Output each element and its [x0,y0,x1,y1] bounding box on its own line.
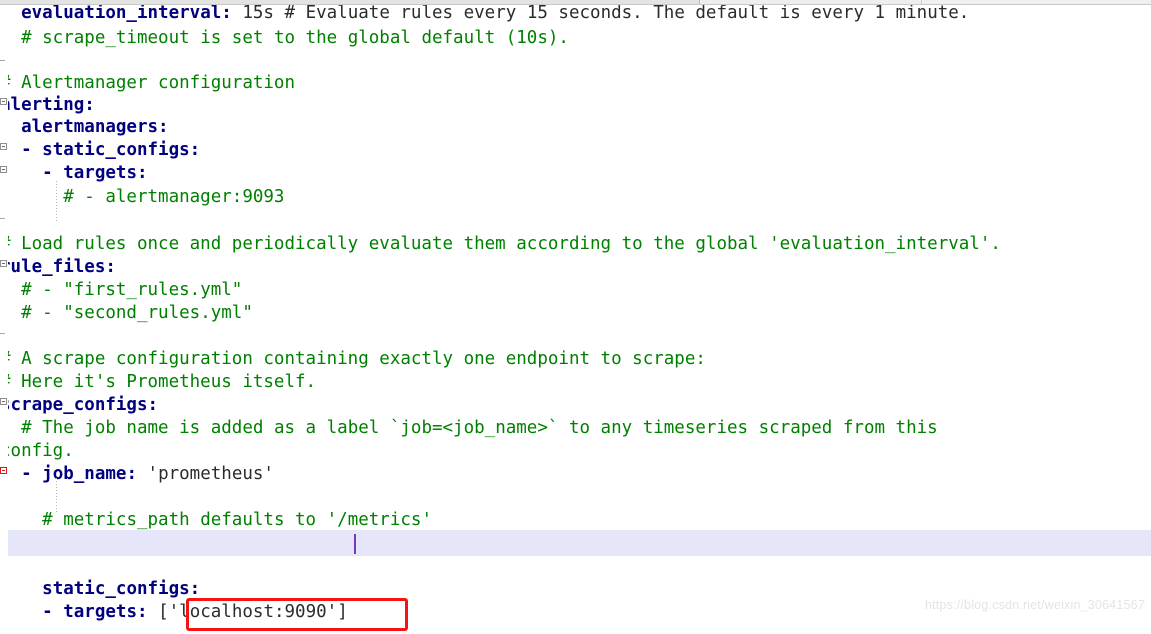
code-line[interactable]: # - "second_rules.yml" [0,300,253,326]
fold-toggle-icon[interactable] [0,398,7,405]
code-token: targets [63,163,137,183]
code-token: ['localhost:9090'] [147,602,348,622]
code-token: alerting [0,95,85,115]
code-token: # Alertmanager configuration [0,73,296,93]
code-token: # - "first_rules.yml" [21,280,243,300]
code-line[interactable]: # The job name is added as a label `job=… [0,415,938,441]
code-token: : [158,117,169,137]
code-line[interactable]: - job_name: 'prometheus' [0,461,274,487]
horizontal-scrollbar[interactable] [0,0,1151,5]
fold-toggle-icon[interactable] [0,260,7,267]
code-token: - [42,602,64,622]
current-line-highlight [0,530,1151,556]
scrollbar-thumb[interactable] [0,0,700,4]
code-token: : [84,95,95,115]
code-token: # Load rules once and periodically evalu… [0,234,1001,254]
code-token: 'prometheus' [137,464,274,484]
code-line[interactable]: # Load rules once and periodically evalu… [0,231,1001,257]
code-token: # - "second_rules.yml" [21,303,253,323]
code-token: job_name [42,464,127,484]
code-token: : [137,163,148,183]
code-token: static_configs [42,579,190,599]
code-line[interactable]: # scrape_timeout is set to the global de… [0,25,569,51]
code-token: scrape_configs [0,395,148,415]
code-line[interactable]: # - alertmanager:9093 [0,184,284,210]
code-token: rule_files [0,257,106,277]
code-line[interactable]: evaluation_interval: 15s # Evaluate rule… [0,5,969,26]
code-token: : [147,395,159,415]
fold-end-marker-icon [0,60,5,61]
code-token: config. [0,441,74,461]
code-token: # The job name is added as a label `job=… [21,418,938,438]
code-token: : [126,464,137,484]
fold-end-marker-icon [0,333,5,334]
code-token: : [189,140,201,160]
code-token: : [137,602,148,622]
indent-guide [56,181,57,221]
code-token: # - alertmanager:9093 [63,187,285,207]
code-token: # A scrape configuration containing exac… [0,349,706,369]
fold-toggle-icon[interactable] [0,143,7,150]
editor-gutter[interactable] [0,5,8,634]
code-token: : [189,579,201,599]
fold-toggle-icon[interactable] [0,166,7,173]
code-token: # metrics_path defaults to '/metrics' [42,510,432,530]
indent-guide [56,478,57,512]
fold-toggle-icon[interactable] [0,98,7,105]
code-token: - [21,464,43,484]
fold-toggle-icon[interactable] [0,467,7,474]
watermark-url: https://blog.csdn.net/weixin_30641567 [924,598,1145,612]
code-surface[interactable]: evaluation_interval: 15s # Evaluate rule… [0,5,1151,634]
code-token: # Here it's Prometheus itself. [0,372,317,392]
cut-off-bottom-line: # web: [0,624,63,634]
code-token: : [105,257,116,277]
fold-end-marker-icon [0,218,5,219]
code-line[interactable]: - targets: ['localhost:9090'] [0,599,348,625]
code-editor-window: scrape_interval: 15s # Set the scrape in… [0,0,1151,634]
code-token: - [42,163,64,183]
scrollbar-track-segment[interactable] [702,0,922,4]
code-token: targets [63,602,137,622]
cut-off-top-line: scrape_interval: 15s # Set the scrape in… [0,5,1151,8]
text-caret [354,534,356,554]
code-token: static_configs [42,140,190,160]
code-line[interactable]: - targets: [0,160,148,186]
code-token: # scrape_timeout is set to the global de… [21,28,569,48]
code-token: - [21,140,43,160]
code-token: alertmanagers [21,117,159,137]
